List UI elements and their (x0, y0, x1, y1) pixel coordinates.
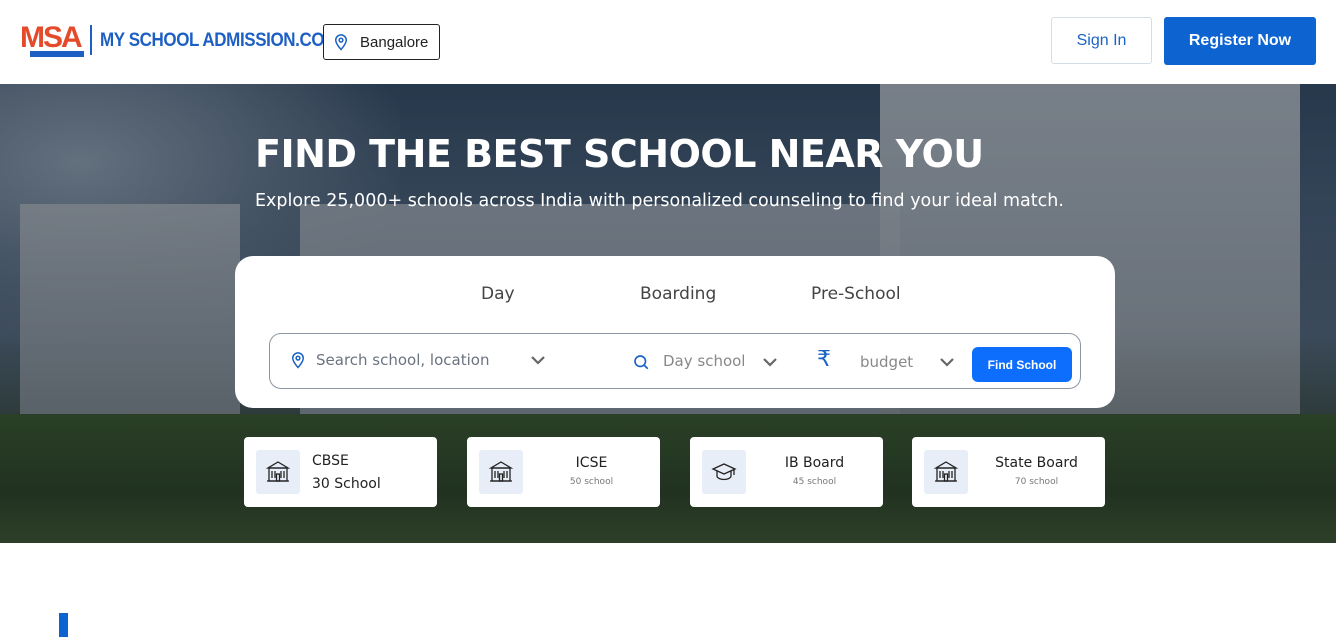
hero-title: FIND THE BEST SCHOOL NEAR YOU (255, 132, 984, 176)
board-text: ICSE 50 school (523, 455, 660, 487)
board-count: 50 school (569, 477, 614, 487)
board-name: ICSE (575, 455, 608, 471)
board-name: State Board (995, 455, 1078, 471)
location-pin-icon (291, 352, 305, 369)
logo-mark-letters: MSA (20, 21, 83, 55)
school-type-select[interactable]: Day school (663, 352, 745, 370)
chevron-down-icon[interactable] (938, 355, 956, 369)
board-count: 45 school (792, 477, 837, 487)
logo-strip (30, 51, 84, 57)
board-name: CBSE (312, 453, 349, 469)
brand-name: MY SCHOOL ADMISSION.COM (100, 28, 338, 51)
board-card-icse[interactable]: ICSE 50 school (467, 437, 660, 507)
tab-day[interactable]: Day (481, 284, 515, 304)
graduation-cap-icon (702, 450, 746, 494)
logo-mark: MSA (20, 21, 84, 59)
search-icon (634, 355, 649, 370)
section-accent-bar (59, 613, 68, 637)
board-card-cbse[interactable]: CBSE 30 School (244, 437, 437, 507)
budget-select[interactable]: budget (860, 353, 913, 371)
rupee-icon: ₹ (817, 347, 831, 372)
site-logo[interactable]: MSA MY SCHOOL ADMISSION.COM (20, 20, 338, 60)
tab-boarding[interactable]: Boarding (640, 284, 716, 304)
sign-in-button[interactable]: Sign In (1051, 17, 1152, 64)
board-card-ib[interactable]: IB Board 45 school (690, 437, 883, 507)
chevron-down-icon[interactable] (761, 355, 779, 369)
board-count: 30 School (312, 476, 381, 492)
logo-divider (90, 25, 92, 55)
find-school-button[interactable]: Find School (972, 347, 1072, 382)
site-header: MSA MY SCHOOL ADMISSION.COM Bangalore Si… (0, 0, 1336, 84)
map-pin-icon (334, 34, 348, 51)
board-name: IB Board (784, 455, 845, 471)
city-label: Bangalore (360, 33, 429, 51)
city-selector[interactable]: Bangalore (323, 24, 440, 60)
school-building-icon (924, 450, 968, 494)
register-now-button[interactable]: Register Now (1164, 17, 1316, 65)
board-text: IB Board 45 school (746, 455, 883, 487)
board-card-state-board[interactable]: State Board 70 school (912, 437, 1105, 507)
school-building-icon (479, 450, 523, 494)
hero-subtitle: Explore 25,000+ schools across India wit… (255, 191, 1064, 211)
school-building-icon (256, 450, 300, 494)
location-search-input[interactable] (316, 348, 521, 372)
tab-pre-school[interactable]: Pre-School (811, 284, 901, 304)
chevron-down-icon[interactable] (529, 353, 547, 367)
logo-mark-text: MSA (20, 21, 83, 54)
board-count: 70 school (1014, 477, 1059, 487)
board-text: State Board 70 school (968, 455, 1105, 487)
